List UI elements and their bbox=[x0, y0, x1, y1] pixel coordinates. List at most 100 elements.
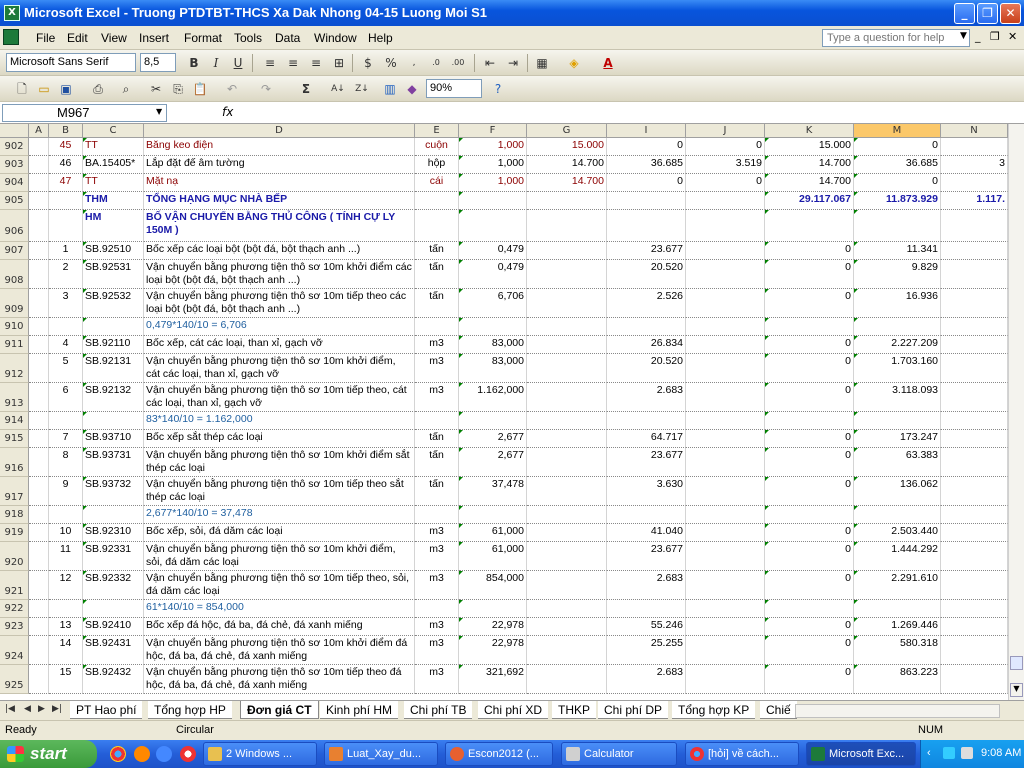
row-header[interactable]: 913 bbox=[0, 383, 29, 412]
column-header-e[interactable]: E bbox=[415, 124, 459, 138]
bold-icon[interactable]: B bbox=[186, 55, 202, 71]
cell-j-917[interactable] bbox=[686, 477, 765, 506]
cell-e-916[interactable]: tấn bbox=[415, 448, 459, 477]
cell-m-916[interactable]: 63.383 bbox=[854, 448, 941, 477]
cell-d-908[interactable]: Vận chuyển bằng phương tiện thô sơ 10m k… bbox=[144, 260, 415, 289]
cell-d-924[interactable]: Vận chuyển bằng phương tiện thô sơ 10m k… bbox=[144, 636, 415, 665]
autosum-icon[interactable]: Σ bbox=[298, 81, 314, 97]
cell-c-925[interactable]: SB.92432 bbox=[83, 665, 144, 694]
cell-m-922[interactable] bbox=[854, 600, 941, 618]
cell-j-908[interactable] bbox=[686, 260, 765, 289]
cell-d-925[interactable]: Vận chuyển bằng phương tiện thô sơ 10m t… bbox=[144, 665, 415, 694]
ie-quicklaunch-icon[interactable] bbox=[156, 746, 172, 762]
doc-restore-icon[interactable]: ❐ bbox=[990, 30, 1000, 43]
cell-b-917[interactable]: 9 bbox=[49, 477, 83, 506]
cell-m-902[interactable]: 0 bbox=[854, 138, 941, 156]
restore-button[interactable]: ❐ bbox=[977, 3, 998, 24]
menu-tools[interactable]: Tools bbox=[234, 31, 262, 45]
menu-help[interactable]: Help bbox=[368, 31, 393, 45]
tray-network-icon[interactable] bbox=[943, 747, 955, 759]
cell-i-912[interactable]: 20.520 bbox=[607, 354, 686, 383]
cell-j-922[interactable] bbox=[686, 600, 765, 618]
cell-k-916[interactable]: 0 bbox=[765, 448, 854, 477]
row-header[interactable]: 916 bbox=[0, 448, 29, 477]
cell-n-918[interactable] bbox=[941, 506, 1008, 524]
cell-e-913[interactable]: m3 bbox=[415, 383, 459, 412]
cell-n-915[interactable] bbox=[941, 430, 1008, 448]
cell-b-921[interactable]: 12 bbox=[49, 571, 83, 600]
row-header[interactable]: 907 bbox=[0, 242, 29, 260]
sheet-tab[interactable]: Tổng hợp HP bbox=[148, 701, 232, 719]
tray-volume-icon[interactable] bbox=[961, 747, 973, 759]
cell-c-906[interactable]: HM bbox=[83, 210, 144, 242]
column-header-c[interactable]: C bbox=[83, 124, 144, 138]
cell-n-903[interactable]: 3 bbox=[941, 156, 1008, 174]
cell-k-909[interactable]: 0 bbox=[765, 289, 854, 318]
close-button[interactable]: ✕ bbox=[1000, 3, 1021, 24]
cell-c-905[interactable]: THM bbox=[83, 192, 144, 210]
cell-g-924[interactable] bbox=[527, 636, 607, 665]
cell-n-907[interactable] bbox=[941, 242, 1008, 260]
cell-i-908[interactable]: 20.520 bbox=[607, 260, 686, 289]
cell-a-920[interactable] bbox=[29, 542, 49, 571]
cell-e-908[interactable]: tấn bbox=[415, 260, 459, 289]
cell-m-924[interactable]: 580.318 bbox=[854, 636, 941, 665]
cell-a-912[interactable] bbox=[29, 354, 49, 383]
start-button[interactable]: start bbox=[0, 740, 97, 768]
cell-j-912[interactable] bbox=[686, 354, 765, 383]
cell-e-911[interactable]: m3 bbox=[415, 336, 459, 354]
cell-n-913[interactable] bbox=[941, 383, 1008, 412]
cell-f-907[interactable]: 0,479 bbox=[459, 242, 527, 260]
sheet-tab[interactable]: Chi phí XD bbox=[478, 701, 549, 719]
save-icon[interactable]: ▣ bbox=[58, 81, 74, 97]
cell-n-912[interactable] bbox=[941, 354, 1008, 383]
doc-minimize-icon[interactable]: _ bbox=[975, 30, 981, 43]
percent-icon[interactable]: % bbox=[383, 55, 399, 71]
zoom-select[interactable]: 90% bbox=[426, 79, 482, 98]
cell-g-917[interactable] bbox=[527, 477, 607, 506]
cell-m-917[interactable]: 136.062 bbox=[854, 477, 941, 506]
font-size-select[interactable]: 8,5 bbox=[140, 53, 176, 72]
cell-a-913[interactable] bbox=[29, 383, 49, 412]
sheet-tab[interactable]: Chi phí TB bbox=[404, 701, 473, 719]
cell-f-904[interactable]: 1,000 bbox=[459, 174, 527, 192]
cell-j-910[interactable] bbox=[686, 318, 765, 336]
cell-b-915[interactable]: 7 bbox=[49, 430, 83, 448]
row-header[interactable]: 902 bbox=[0, 138, 29, 156]
cell-i-923[interactable]: 55.246 bbox=[607, 618, 686, 636]
cell-n-909[interactable] bbox=[941, 289, 1008, 318]
cell-k-913[interactable]: 0 bbox=[765, 383, 854, 412]
chart-wizard-icon[interactable]: ▥ bbox=[382, 81, 398, 97]
cell-n-905[interactable]: 1.117. bbox=[941, 192, 1008, 210]
cell-k-919[interactable]: 0 bbox=[765, 524, 854, 542]
cell-b-909[interactable]: 3 bbox=[49, 289, 83, 318]
tray-expand-icon[interactable]: ‹ bbox=[927, 747, 931, 759]
cell-k-924[interactable]: 0 bbox=[765, 636, 854, 665]
cell-b-913[interactable]: 6 bbox=[49, 383, 83, 412]
row-header[interactable]: 906 bbox=[0, 210, 29, 242]
name-box[interactable]: M967 bbox=[2, 104, 167, 122]
cell-n-923[interactable] bbox=[941, 618, 1008, 636]
cell-m-905[interactable]: 11.873.929 bbox=[854, 192, 941, 210]
cell-k-911[interactable]: 0 bbox=[765, 336, 854, 354]
cell-i-902[interactable]: 0 bbox=[607, 138, 686, 156]
cell-n-911[interactable] bbox=[941, 336, 1008, 354]
firefox-quicklaunch-icon[interactable] bbox=[134, 746, 150, 762]
cell-c-922[interactable] bbox=[83, 600, 144, 618]
row-header[interactable]: 917 bbox=[0, 477, 29, 506]
cell-m-915[interactable]: 173.247 bbox=[854, 430, 941, 448]
cell-k-903[interactable]: 14.700 bbox=[765, 156, 854, 174]
cell-i-913[interactable]: 2.683 bbox=[607, 383, 686, 412]
cut-icon[interactable]: ✂ bbox=[148, 81, 164, 97]
cell-m-910[interactable] bbox=[854, 318, 941, 336]
redo-icon[interactable]: ↷ bbox=[258, 81, 274, 97]
cell-g-921[interactable] bbox=[527, 571, 607, 600]
cell-g-918[interactable] bbox=[527, 506, 607, 524]
next-sheet-icon[interactable]: ▶ bbox=[38, 704, 45, 714]
row-header[interactable]: 924 bbox=[0, 636, 29, 665]
cell-f-925[interactable]: 321,692 bbox=[459, 665, 527, 694]
menu-insert[interactable]: Insert bbox=[139, 31, 169, 45]
cell-k-905[interactable]: 29.117.067 bbox=[765, 192, 854, 210]
taskbar-button-calculator[interactable]: Calculator bbox=[561, 742, 677, 766]
cell-m-906[interactable] bbox=[854, 210, 941, 242]
